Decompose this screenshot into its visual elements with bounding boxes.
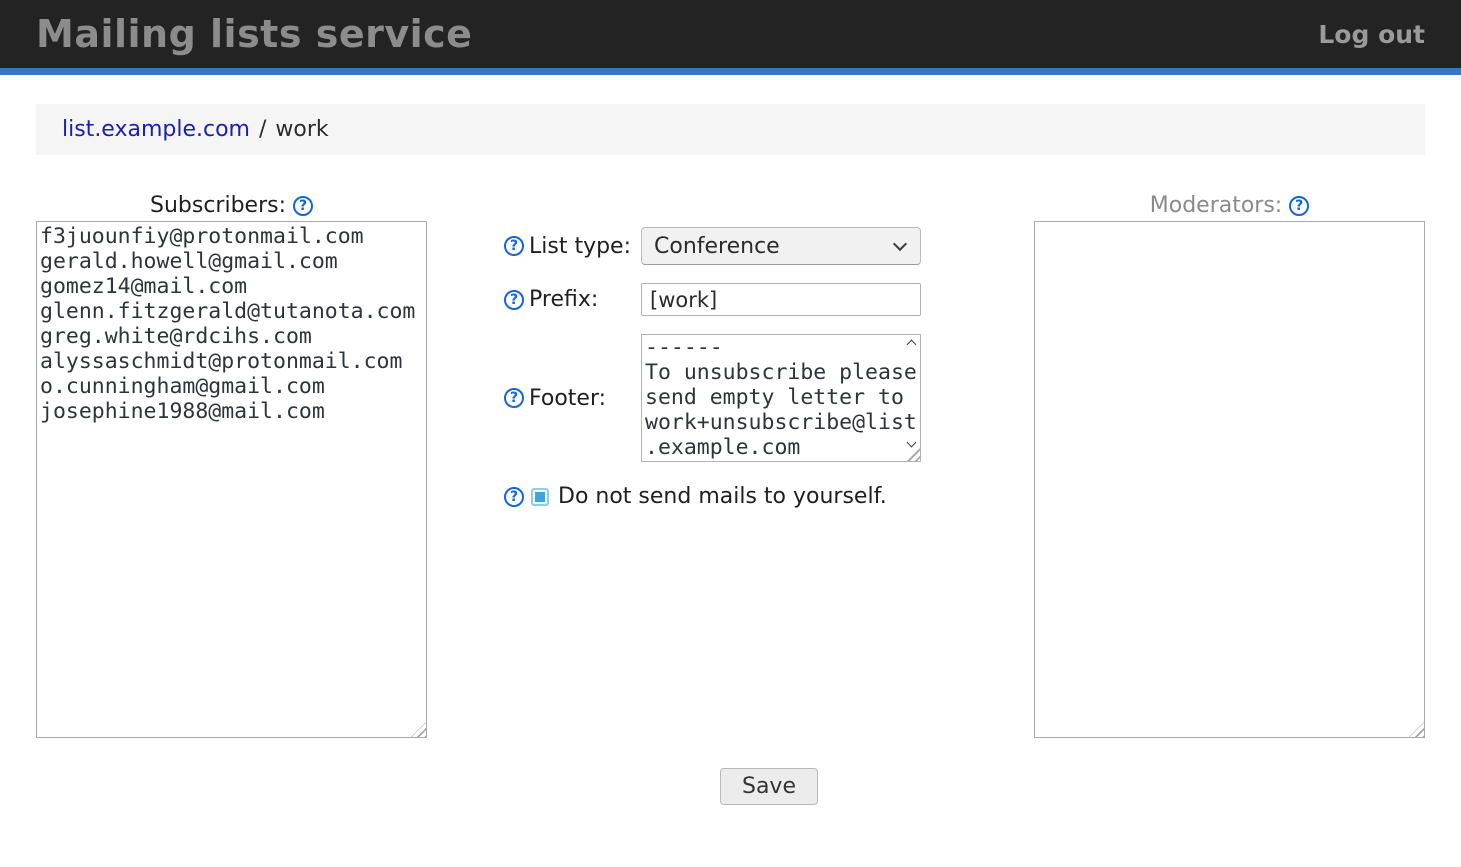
self-mail-checkbox[interactable] [531, 488, 549, 506]
list-type-select[interactable]: Conference [641, 227, 921, 265]
settings-form: ? List type: Conference ? Prefix: ? Foot… [427, 190, 1034, 805]
save-button[interactable]: Save [720, 768, 818, 805]
self-mail-help-icon[interactable]: ? [504, 487, 524, 507]
subscribers-column: Subscribers: ? f3juounfiy@protonmail.com… [36, 190, 427, 738]
self-mail-row: ? Do not send mails to yourself. [504, 484, 1034, 509]
moderators-textarea-wrap [1034, 221, 1425, 738]
breadcrumb-domain-link[interactable]: list.example.com [62, 117, 250, 142]
footer-textarea-wrap: ------ To unsubscribe please send empty … [641, 334, 921, 462]
footer-row: ? Footer: ------ To unsubscribe please s… [504, 334, 1034, 462]
prefix-row: ? Prefix: [504, 283, 1034, 316]
subscribers-header: Subscribers: ? [36, 190, 427, 221]
settings-column: ? List type: Conference ? Prefix: ? Foot… [427, 190, 1034, 805]
list-type-row: ? List type: Conference [504, 227, 1034, 265]
save-row: Save [504, 768, 1034, 805]
breadcrumb-separator: / [259, 117, 266, 142]
footer-textarea[interactable]: ------ To unsubscribe please send empty … [641, 334, 921, 462]
moderators-textarea[interactable] [1034, 221, 1425, 738]
breadcrumb: list.example.com / work [36, 104, 1425, 155]
prefix-input[interactable] [641, 283, 921, 316]
breadcrumb-current: work [275, 117, 328, 142]
moderators-help-icon[interactable]: ? [1289, 196, 1309, 216]
logout-link[interactable]: Log out [1318, 20, 1425, 49]
footer-label: Footer: [529, 386, 641, 411]
subscribers-help-icon[interactable]: ? [293, 196, 313, 216]
subscribers-textarea[interactable]: f3juounfiy@protonmail.com gerald.howell@… [36, 221, 427, 738]
moderators-label: Moderators: [1150, 193, 1282, 218]
main-content: Subscribers: ? f3juounfiy@protonmail.com… [36, 190, 1425, 805]
app-title: Mailing lists service [36, 12, 472, 56]
moderators-column: Moderators: ? [1034, 190, 1425, 738]
prefix-help-icon[interactable]: ? [504, 290, 524, 310]
prefix-label: Prefix: [529, 287, 641, 312]
subscribers-label: Subscribers: [150, 193, 286, 218]
footer-help-icon[interactable]: ? [504, 388, 524, 408]
list-type-select-wrap: Conference [641, 227, 921, 265]
app-header: Mailing lists service Log out [0, 0, 1461, 75]
checkbox-check-icon [535, 492, 545, 502]
list-type-label: List type: [529, 234, 641, 259]
subscribers-textarea-wrap: f3juounfiy@protonmail.com gerald.howell@… [36, 221, 427, 738]
self-mail-label: Do not send mails to yourself. [558, 484, 887, 509]
moderators-header: Moderators: ? [1034, 190, 1425, 221]
list-type-help-icon[interactable]: ? [504, 236, 524, 256]
